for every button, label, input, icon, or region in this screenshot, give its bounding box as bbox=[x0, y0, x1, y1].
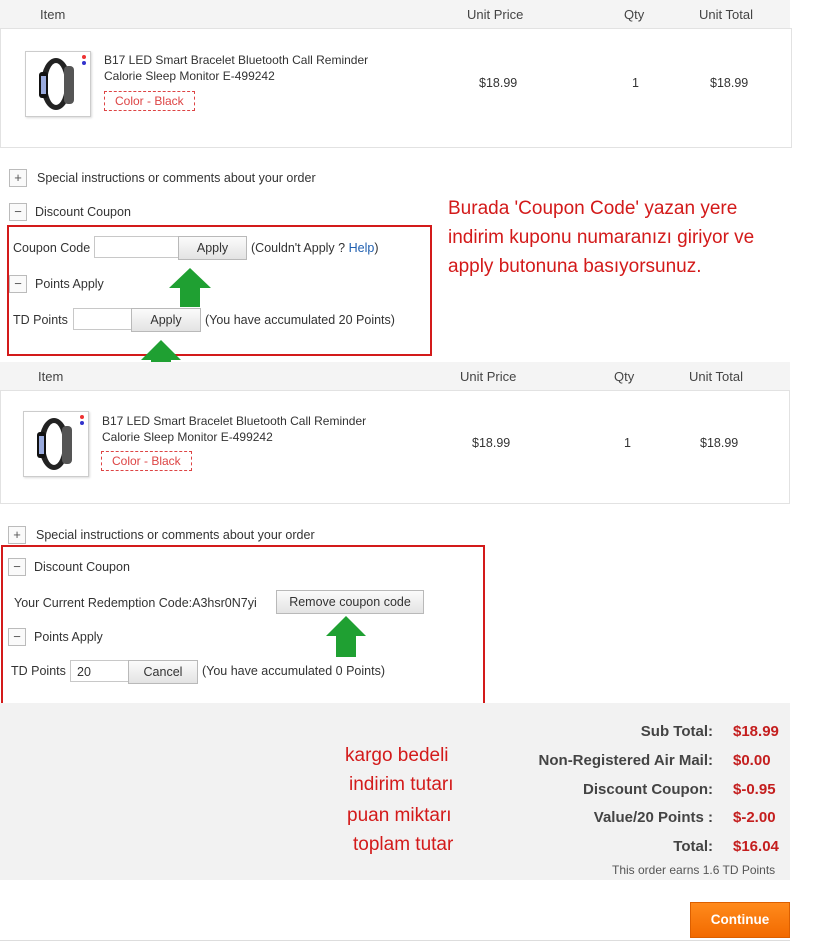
col-qty: Qty bbox=[614, 369, 635, 384]
color-badge: Color - Black bbox=[101, 451, 192, 471]
annotation-coupon-instructions: Burada 'Coupon Code' yazan yere indirim … bbox=[448, 198, 755, 277]
product-name[interactable]: B17 LED Smart Bracelet Bluetooth Call Re… bbox=[104, 52, 424, 84]
col-unit-price: Unit Price bbox=[460, 369, 517, 384]
col-unit-price: Unit Price bbox=[467, 7, 524, 22]
collapse-discount-coupon-toggle[interactable]: − bbox=[9, 203, 27, 221]
green-up-arrow-icon bbox=[326, 616, 366, 657]
bracelet-icon bbox=[39, 55, 86, 110]
qty-value: 1 bbox=[632, 76, 639, 90]
color-badge: Color - Black bbox=[104, 91, 195, 111]
cart-row: B17 LED Smart Bracelet Bluetooth Call Re… bbox=[0, 390, 790, 504]
cart-row: B17 LED Smart Bracelet Bluetooth Call Re… bbox=[0, 28, 792, 148]
expand-special-instructions-toggle[interactable]: + bbox=[9, 169, 27, 187]
col-item: Item bbox=[40, 7, 66, 22]
continue-button[interactable]: Continue bbox=[690, 902, 790, 938]
special-instructions-label[interactable]: Special instructions or comments about y… bbox=[37, 171, 316, 185]
subtotal-value: $18.99 bbox=[733, 723, 779, 740]
col-unit-total: Unit Total bbox=[689, 369, 743, 384]
special-instructions-label[interactable]: Special instructions or comments about y… bbox=[36, 528, 315, 542]
shipping-value: $0.00 bbox=[733, 752, 771, 769]
unit-total-value: $18.99 bbox=[700, 436, 739, 450]
earns-points-note: This order earns 1.6 TD Points bbox=[612, 863, 776, 877]
product-image[interactable] bbox=[23, 411, 89, 477]
green-up-arrow-icon bbox=[169, 268, 211, 307]
total-value: $16.04 bbox=[733, 838, 779, 855]
bottom-divider bbox=[0, 940, 790, 941]
col-item: Item bbox=[38, 369, 64, 384]
discount-coupon-label: Discount Coupon bbox=[35, 205, 131, 219]
shipping-label: Non-Registered Air Mail: bbox=[538, 752, 713, 769]
discount-coupon-total-value: $-0.95 bbox=[733, 781, 776, 798]
bracelet-icon bbox=[37, 415, 84, 470]
total-label: Total: bbox=[673, 838, 713, 855]
points-value-amount: $-2.00 bbox=[733, 809, 776, 826]
subtotal-label: Sub Total: bbox=[640, 723, 713, 740]
points-value-label: Value/20 Points : bbox=[593, 809, 713, 826]
qty-value: 1 bbox=[624, 436, 631, 450]
unit-price-value: $18.99 bbox=[479, 76, 518, 90]
unit-total-value: $18.99 bbox=[710, 76, 749, 90]
cart-table-header: Item Unit Price Qty Unit Total bbox=[0, 362, 790, 390]
unit-price-value: $18.99 bbox=[472, 436, 511, 450]
expand-special-instructions-toggle[interactable]: + bbox=[8, 526, 26, 544]
product-image[interactable] bbox=[25, 51, 91, 117]
discount-coupon-total-label: Discount Coupon: bbox=[583, 781, 713, 798]
product-name[interactable]: B17 LED Smart Bracelet Bluetooth Call Re… bbox=[102, 413, 422, 445]
cart-table-header: Item Unit Price Qty Unit Total bbox=[0, 0, 790, 28]
col-unit-total: Unit Total bbox=[699, 7, 753, 22]
highlight-box-bottom bbox=[1, 545, 485, 709]
highlight-box-top bbox=[7, 225, 432, 356]
col-qty: Qty bbox=[624, 7, 645, 22]
